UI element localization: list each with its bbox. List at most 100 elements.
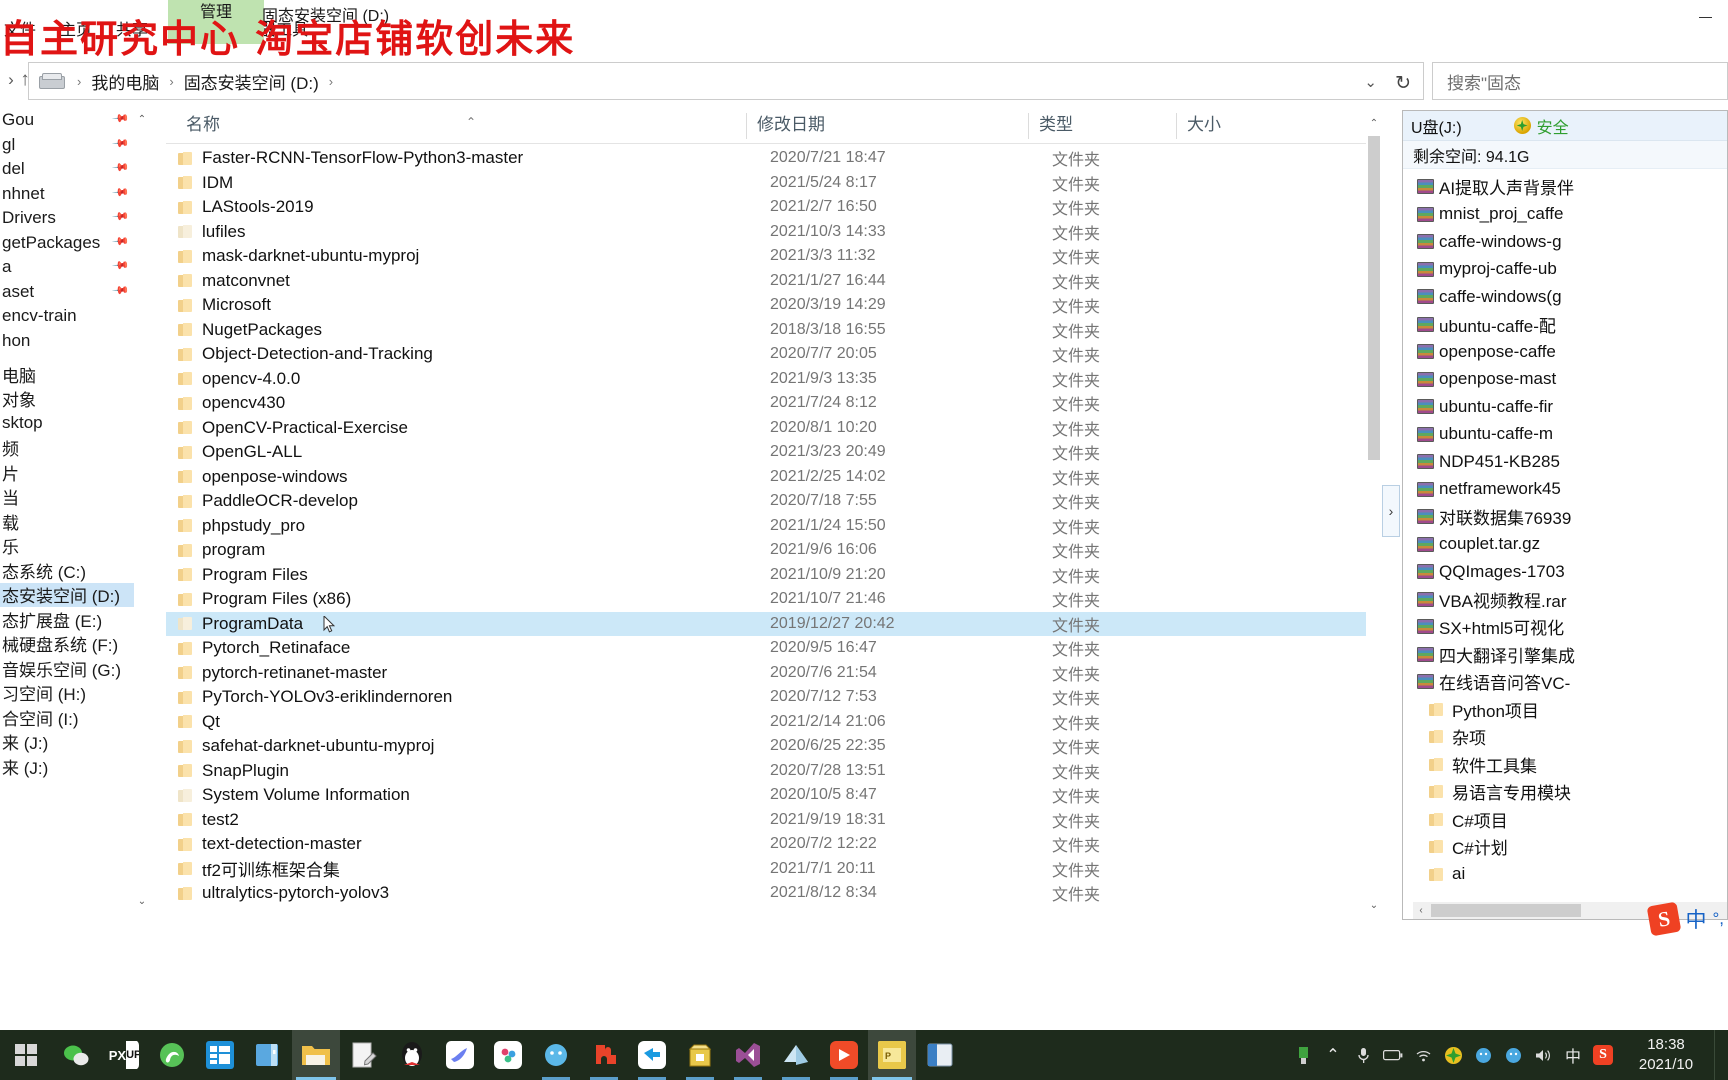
sogou-logo-icon[interactable]: S bbox=[1647, 901, 1682, 937]
sidebar-item[interactable]: a 📌 bbox=[0, 255, 134, 280]
sidebar-item[interactable]: 械硬盘系统 (F:) bbox=[0, 632, 134, 657]
table-row[interactable]: IDM 2021/5/24 8:17 文件夹 bbox=[166, 171, 1366, 196]
blue-ball-icon[interactable] bbox=[532, 1030, 580, 1080]
table-row[interactable]: Microsoft 2020/3/19 14:29 文件夹 bbox=[166, 293, 1366, 318]
breadcrumb-current-drive[interactable]: 固态安装空间 (D:) bbox=[182, 69, 321, 94]
column-header-name[interactable]: 名称 ⌃ bbox=[176, 113, 746, 139]
ribbon-tab-home[interactable]: 主页 bbox=[48, 12, 104, 48]
sogou-tray-icon[interactable]: S bbox=[1588, 1030, 1618, 1080]
blue-ball-tray-icon[interactable] bbox=[1468, 1030, 1498, 1080]
list-item[interactable]: 四大翻译引擎集成 bbox=[1403, 641, 1727, 669]
list-item[interactable]: NDP451-KB285 bbox=[1403, 448, 1727, 476]
usb-file-list[interactable]: AI提取人声背景伴 mnist_proj_caffe caffe-windows-g… bbox=[1403, 169, 1727, 888]
list-item[interactable]: caffe-windows(g bbox=[1403, 283, 1727, 311]
battery-icon[interactable] bbox=[1378, 1030, 1408, 1080]
search-input[interactable]: 搜索"固态 bbox=[1432, 62, 1728, 100]
blue-ball-tray-icon-2[interactable] bbox=[1498, 1030, 1528, 1080]
show-hidden-icons-icon[interactable]: ⌃ bbox=[1318, 1030, 1348, 1080]
sidebar-item[interactable]: 来 (J:) bbox=[0, 730, 134, 755]
table-row[interactable]: pytorch-retinanet-master 2020/7/6 21:54 文件… bbox=[166, 661, 1366, 686]
video-player-icon[interactable] bbox=[820, 1030, 868, 1080]
sidebar-item[interactable]: sktop bbox=[0, 411, 134, 436]
list-item[interactable]: openpose-mast bbox=[1403, 366, 1727, 394]
ime-punctuation-toggle[interactable]: °, bbox=[1712, 909, 1724, 929]
pin-icon[interactable]: 📌 bbox=[112, 109, 131, 128]
chevron-down-icon[interactable]: ⌄ bbox=[1366, 896, 1382, 914]
notepad-icon[interactable] bbox=[340, 1030, 388, 1080]
sidebar-item[interactable]: 电脑 bbox=[0, 362, 134, 387]
chevron-down-icon[interactable]: ⌄ bbox=[1364, 73, 1377, 91]
column-header-size[interactable]: 大小 bbox=[1176, 113, 1276, 139]
chevron-up-icon[interactable]: ⌃ bbox=[1366, 114, 1382, 132]
table-row[interactable]: opencv-4.0.0 2021/9/3 13:35 文件夹 bbox=[166, 367, 1366, 392]
list-item[interactable]: myproj-caffe-ub bbox=[1403, 256, 1727, 284]
pin-icon[interactable]: 📌 bbox=[112, 158, 131, 177]
table-row[interactable]: SnapPlugin 2020/7/28 13:51 文件夹 bbox=[166, 759, 1366, 784]
table-row[interactable]: Program Files (x86) 2021/10/7 21:46 文件夹 bbox=[166, 587, 1366, 612]
sidebar-item[interactable]: 合空间 (I:) bbox=[0, 705, 134, 730]
ime-floating-bar[interactable]: S 中 °, bbox=[1647, 898, 1724, 940]
table-row[interactable]: Faster-RCNN-TensorFlow-Python3-master 202… bbox=[166, 146, 1366, 171]
sidebar-item[interactable]: 习空间 (H:) bbox=[0, 681, 134, 706]
table-row[interactable]: NugetPackages 2018/3/18 16:55 文件夹 bbox=[166, 318, 1366, 343]
table-row[interactable]: Program Files 2021/10/9 21:20 文件夹 bbox=[166, 563, 1366, 588]
sidebar-item[interactable]: gl 📌 bbox=[0, 133, 134, 158]
table-row[interactable]: lufiles 2021/10/3 14:33 文件夹 bbox=[166, 220, 1366, 245]
tim-icon[interactable] bbox=[628, 1030, 676, 1080]
list-item[interactable]: couplet.tar.gz bbox=[1403, 531, 1727, 559]
usb-panel-expander[interactable]: chevron-right-icon› bbox=[1382, 485, 1400, 537]
address-breadcrumb-bar[interactable]: › 我的电脑 › 固态安装空间 (D:) › ⌄ ↻ bbox=[28, 62, 1424, 100]
list-item[interactable]: AI提取人声背景伴 bbox=[1403, 173, 1727, 201]
table-row[interactable]: PyTorch-YOLOv3-eriklindernoren 2020/7/12 … bbox=[166, 685, 1366, 710]
breadcrumb-my-computer[interactable]: 我的电脑 bbox=[89, 69, 161, 94]
usb-icon[interactable] bbox=[1288, 1030, 1318, 1080]
sidebar-item[interactable]: 片 bbox=[0, 460, 134, 485]
puzzle-icon[interactable] bbox=[580, 1030, 628, 1080]
qq-icon[interactable] bbox=[388, 1030, 436, 1080]
tiles-app-icon[interactable] bbox=[196, 1030, 244, 1080]
scrollbar-thumb[interactable] bbox=[1431, 904, 1581, 917]
pin-icon[interactable]: 📌 bbox=[112, 281, 131, 299]
list-item[interactable]: QQImages-1703 bbox=[1403, 558, 1727, 586]
list-item[interactable]: mnist_proj_caffe bbox=[1403, 201, 1727, 229]
pin-icon[interactable]: 📌 bbox=[112, 232, 131, 250]
sidebar-item[interactable]: del 📌 bbox=[0, 157, 134, 182]
table-row[interactable]: tf2可训练框架合集 2021/7/1 20:11 文件夹 bbox=[166, 857, 1366, 882]
list-item[interactable]: ai bbox=[1403, 861, 1727, 889]
list-item[interactable]: 对联数据集76939 bbox=[1403, 503, 1727, 531]
table-row[interactable]: OpenCV-Practical-Exercise 2020/8/1 10:20 文… bbox=[166, 416, 1366, 441]
table-row[interactable]: ProgramData 2019/12/27 20:42 文件夹 bbox=[166, 611, 1366, 636]
ribbon-tab-file[interactable]: 文件 bbox=[0, 12, 48, 48]
sidebar-item[interactable]: 对象 bbox=[0, 387, 134, 412]
sidebar-item[interactable]: hon bbox=[0, 329, 134, 354]
sidebar-item[interactable]: encv-train bbox=[0, 304, 134, 329]
sidebar-item[interactable]: 音娱乐空间 (G:) bbox=[0, 656, 134, 681]
table-row[interactable]: opencv430 2021/7/24 8:12 文件夹 bbox=[166, 391, 1366, 416]
list-item[interactable]: openpose-caffe bbox=[1403, 338, 1727, 366]
sidebar-item[interactable]: 态扩展盘 (E:) bbox=[0, 607, 134, 632]
ribbon-contextual-tab-manage[interactable]: 管理 bbox=[168, 0, 264, 44]
sidebar-item[interactable]: nhnet 📌 bbox=[0, 182, 134, 207]
list-item[interactable]: 易语言专用模块 bbox=[1403, 778, 1727, 806]
sidebar-item[interactable]: 态安装空间 (D:) bbox=[0, 582, 134, 607]
file-list[interactable]: Faster-RCNN-TensorFlow-Python3-master 202… bbox=[166, 146, 1366, 920]
chevron-down-icon[interactable]: ⌄ bbox=[134, 892, 150, 910]
pin-icon[interactable]: 📌 bbox=[112, 207, 131, 226]
table-row[interactable]: matconvnet 2021/1/27 16:44 文件夹 bbox=[166, 269, 1366, 294]
scrollbar-thumb[interactable] bbox=[1368, 136, 1380, 460]
list-item[interactable]: VBA视频教程.rar bbox=[1403, 586, 1727, 614]
list-item[interactable]: ubuntu-caffe-配 bbox=[1403, 311, 1727, 339]
bird-app-icon[interactable] bbox=[436, 1030, 484, 1080]
windows-start-icon[interactable] bbox=[0, 1030, 52, 1080]
table-row[interactable]: Object-Detection-and-Tracking 2020/7/7 20… bbox=[166, 342, 1366, 367]
column-header-type[interactable]: 类型 bbox=[1028, 113, 1176, 139]
ime-mode-label[interactable]: 中 bbox=[1685, 904, 1706, 934]
onenote-icon[interactable] bbox=[772, 1030, 820, 1080]
list-item[interactable]: netframework45 bbox=[1403, 476, 1727, 504]
sidebar-item[interactable]: 乐 bbox=[0, 534, 134, 559]
microphone-icon[interactable] bbox=[1348, 1030, 1378, 1080]
table-row[interactable]: openpose-windows 2021/2/25 14:02 文件夹 bbox=[166, 465, 1366, 490]
wechat-icon[interactable] bbox=[52, 1030, 100, 1080]
pin-icon[interactable]: 📌 bbox=[112, 134, 131, 152]
table-row[interactable]: LAStools-2019 2021/2/7 16:50 文件夹 bbox=[166, 195, 1366, 220]
